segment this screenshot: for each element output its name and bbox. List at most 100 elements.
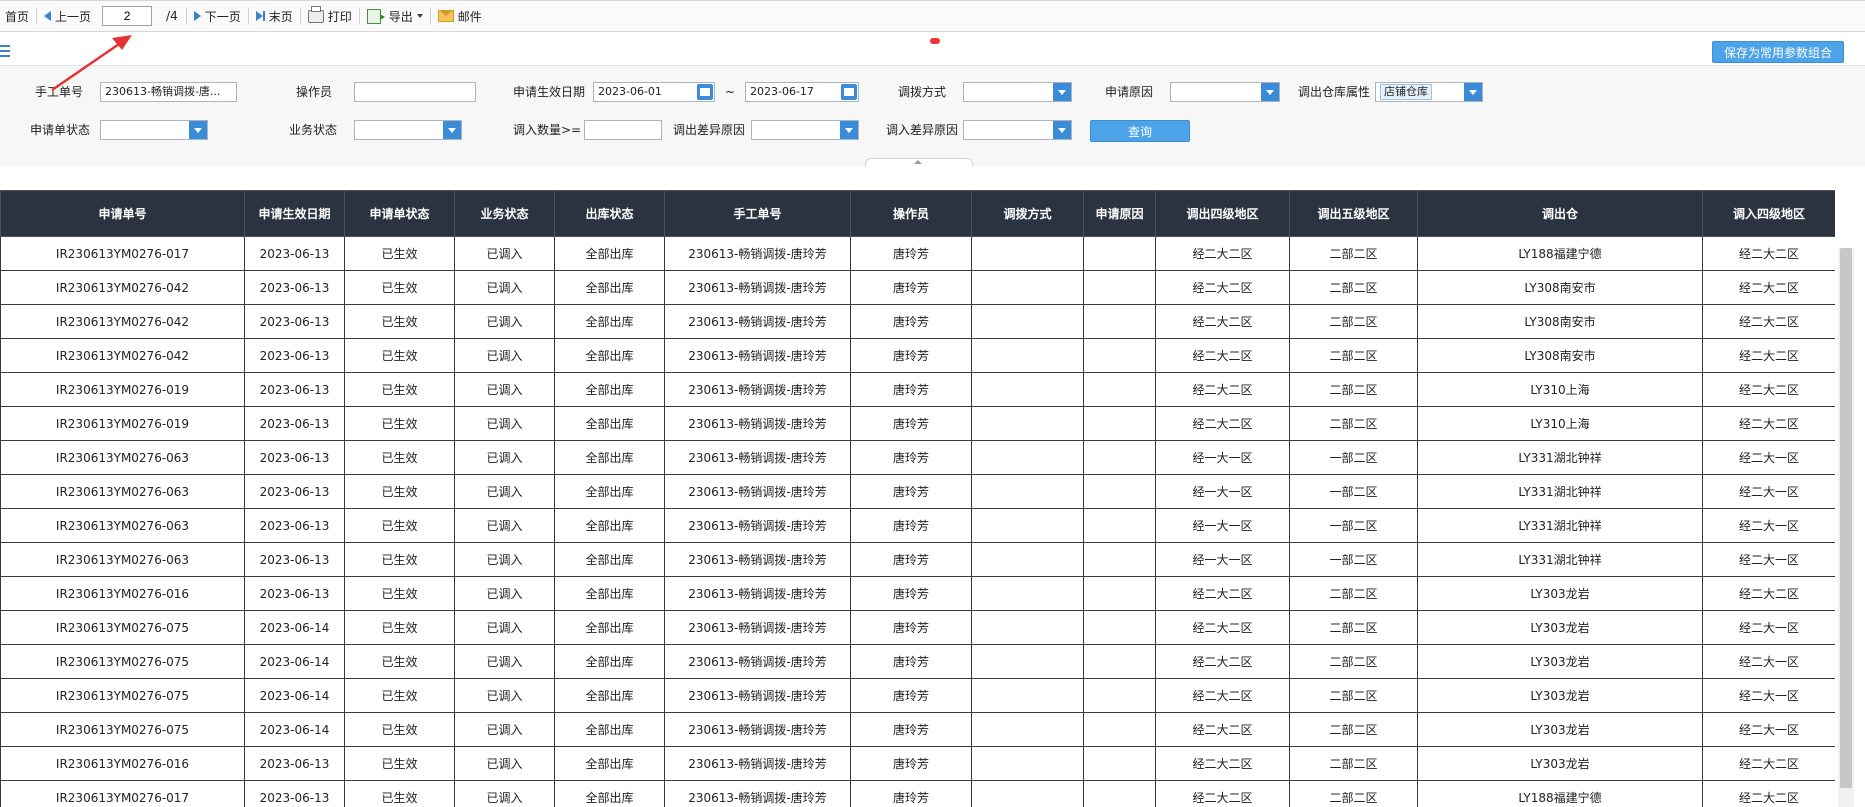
chevron-down-icon[interactable] [1464,83,1482,101]
table-cell: 已调入 [454,406,555,441]
table-cell: 230613-畅销调拨-唐玲芳 [664,644,851,679]
settings-sliders-icon[interactable] [0,43,10,59]
mail-button[interactable]: 邮件 [433,5,487,27]
chevron-down-icon[interactable] [1261,83,1279,101]
table-cell: 230613-畅销调拨-唐玲芳 [664,542,851,577]
business-status-select[interactable] [354,120,462,140]
table-cell [1083,780,1156,807]
effective-date-label: 申请生效日期 [513,85,586,99]
scrollbar-thumb[interactable] [1840,248,1852,788]
last-page-button[interactable]: 末页 [251,5,298,27]
save-param-combo-button[interactable]: 保存为常用参数组合 [1712,41,1844,63]
table-row[interactable]: IR230613YM0276-063 2023-06-13 已生效 已调入 全部出库 23… [0,542,1835,577]
export-button[interactable]: 导出 [362,5,428,27]
column-header[interactable]: 申请单状态 [344,190,455,237]
in-diff-reason-select[interactable] [963,120,1072,140]
table-cell: 唐玲芳 [850,270,972,305]
table-cell [1083,610,1156,645]
table-row[interactable]: IR230613YM0276-017 2023-06-13 已生效 已调入 全部出库 23… [0,236,1835,271]
chevron-down-icon[interactable] [189,121,207,139]
prev-page-button[interactable]: 上一页 [39,5,96,27]
calendar-icon[interactable] [697,84,713,100]
column-header[interactable]: 申请原因 [1083,190,1156,237]
chevron-down-icon[interactable] [443,121,461,139]
table-cell: 已调入 [454,372,555,407]
table-cell [1083,338,1156,373]
status-select[interactable] [100,120,208,140]
column-header[interactable]: 调拨方式 [971,190,1084,237]
table-cell: LY303龙岩 [1417,746,1703,781]
column-header[interactable]: 申请生效日期 [244,190,345,237]
table-row[interactable]: IR230613YM0276-017 2023-06-13 已生效 已调入 全部出库 23… [0,780,1835,807]
table-cell: 经二大一区 [1702,712,1835,747]
column-header[interactable]: 业务状态 [454,190,555,237]
table-cell: 经二大二区 [1702,270,1835,305]
prev-page-label: 上一页 [55,9,92,24]
table-cell: 全部出库 [554,372,665,407]
table-cell: 230613-畅销调拨-唐玲芳 [664,746,851,781]
table-row[interactable]: IR230613YM0276-075 2023-06-14 已生效 已调入 全部出库 23… [0,610,1835,645]
collapse-filter-toggle[interactable] [865,158,973,167]
table-row[interactable]: IR230613YM0276-019 2023-06-13 已生效 已调入 全部出库 23… [0,372,1835,407]
vertical-scrollbar[interactable] [1838,248,1854,807]
table-row[interactable]: IR230613YM0276-063 2023-06-13 已生效 已调入 全部出库 23… [0,508,1835,543]
chevron-down-icon[interactable] [1053,121,1071,139]
table-cell: 全部出库 [554,474,665,509]
column-header[interactable]: 操作员 [850,190,972,237]
out-diff-reason-select[interactable] [751,120,859,140]
reason-select[interactable] [1170,82,1280,102]
table-cell: 全部出库 [554,610,665,645]
table-cell: 经一大一区 [1155,508,1290,543]
calendar-icon[interactable] [841,84,857,100]
table-cell: 230613-畅销调拨-唐玲芳 [664,508,851,543]
column-header[interactable]: 调出仓 [1417,190,1703,237]
table-cell [971,304,1084,339]
table-row[interactable]: IR230613YM0276-016 2023-06-13 已生效 已调入 全部出库 23… [0,746,1835,781]
transfer-mode-select[interactable] [963,82,1072,102]
table-row[interactable]: IR230613YM0276-075 2023-06-14 已生效 已调入 全部出库 23… [0,644,1835,679]
table-cell: 经二大一区 [1702,678,1835,713]
toolbar-divider [185,8,187,24]
operator-input[interactable] [354,82,476,102]
first-page-button[interactable]: 首页 [0,5,34,27]
table-row[interactable]: IR230613YM0276-063 2023-06-13 已生效 已调入 全部出库 23… [0,440,1835,475]
date-from-input[interactable]: 2023-06-01 [593,82,715,102]
next-page-label: 下一页 [204,9,241,24]
in-qty-input[interactable] [584,120,662,140]
table-row[interactable]: IR230613YM0276-042 2023-06-13 已生效 已调入 全部出库 23… [0,270,1835,305]
table-cell: 全部出库 [554,780,665,807]
table-cell: 2023-06-13 [244,746,345,781]
column-header[interactable]: 调出五级地区 [1289,190,1418,237]
next-page-button[interactable]: 下一页 [189,5,246,27]
table-header-row: 申请单号 申请生效日期 申请单状态 业务状态 出库状态 手工单号 操作员 调拨方式 申请原因 调出… [0,190,1835,237]
table-cell: 2023-06-13 [244,576,345,611]
page-number-input[interactable] [102,6,153,26]
out-warehouse-attr-select[interactable]: 店铺仓库 [1375,82,1483,102]
table-cell: 全部出库 [554,440,665,475]
table-row[interactable]: IR230613YM0276-042 2023-06-13 已生效 已调入 全部出库 23… [0,338,1835,373]
table-row[interactable]: IR230613YM0276-016 2023-06-13 已生效 已调入 全部出库 23… [0,576,1835,611]
table-row[interactable]: IR230613YM0276-075 2023-06-14 已生效 已调入 全部出库 23… [0,712,1835,747]
column-header[interactable]: 手工单号 [664,190,851,237]
table-row[interactable]: IR230613YM0276-042 2023-06-13 已生效 已调入 全部出库 23… [0,304,1835,339]
chevron-down-icon[interactable] [1053,83,1071,101]
query-button[interactable]: 查询 [1090,120,1190,142]
print-button[interactable]: 打印 [303,5,357,27]
table-row[interactable]: IR230613YM0276-019 2023-06-13 已生效 已调入 全部出库 23… [0,406,1835,441]
table-cell [971,474,1084,509]
table-cell: 经一大一区 [1155,474,1290,509]
table-cell: LY308南安市 [1417,338,1703,373]
date-to-value: 2023-06-17 [750,85,814,98]
manual-no-input[interactable]: 230613-畅销调拨-唐... [100,82,237,102]
table-row[interactable]: IR230613YM0276-075 2023-06-14 已生效 已调入 全部出库 23… [0,678,1835,713]
table-cell: 经二大二区 [1155,644,1290,679]
table-row[interactable]: IR230613YM0276-063 2023-06-13 已生效 已调入 全部出库 23… [0,474,1835,509]
date-to-input[interactable]: 2023-06-17 [745,82,859,102]
column-header[interactable]: 申请单号 [0,190,245,237]
chevron-down-icon [416,14,423,18]
column-header[interactable]: 调出四级地区 [1155,190,1290,237]
column-header[interactable]: 调入四级地区 [1702,190,1835,237]
last-page-label: 末页 [268,9,293,24]
column-header[interactable]: 出库状态 [554,190,665,237]
chevron-down-icon[interactable] [840,121,858,139]
